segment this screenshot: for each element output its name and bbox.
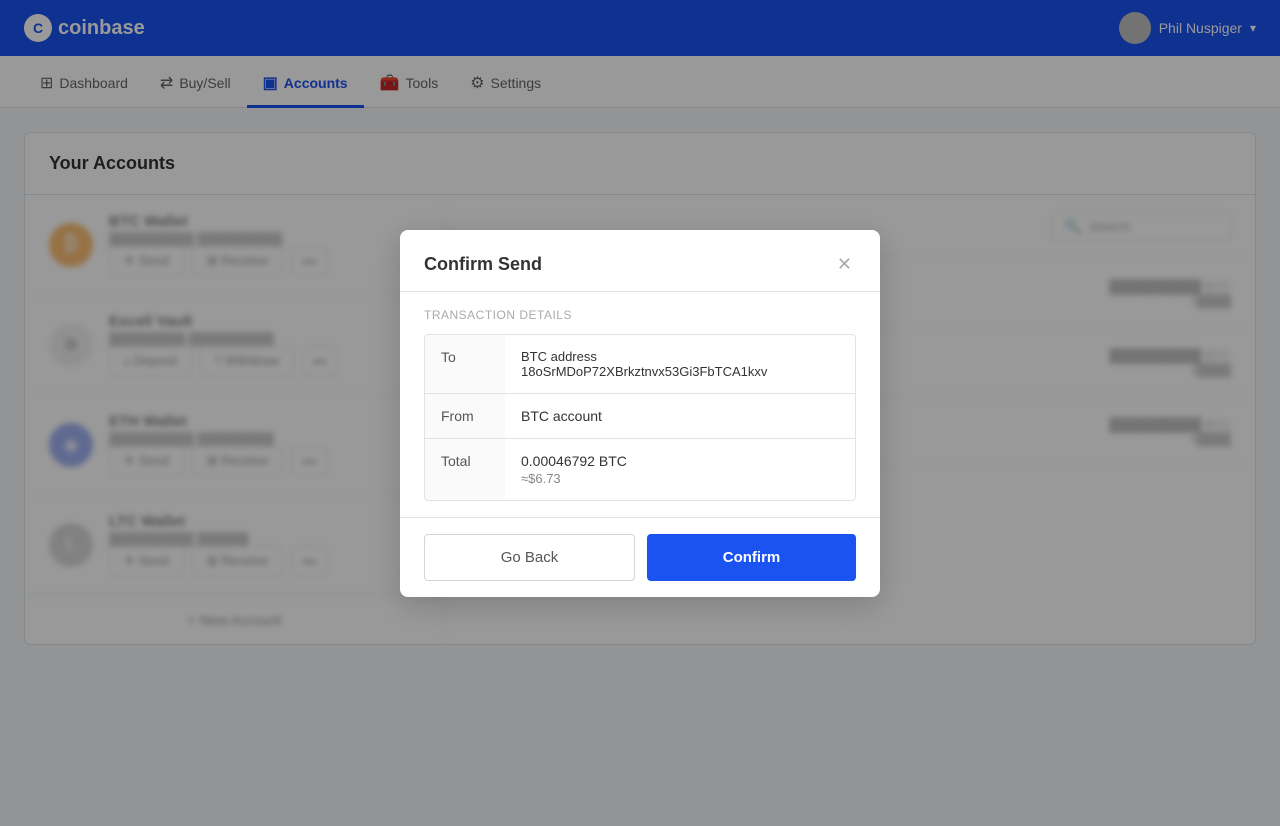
confirm-button[interactable]: Confirm [647, 534, 856, 581]
tx-total-btc: 0.00046792 BTC [521, 453, 839, 469]
tx-details-label: Transaction Details [424, 308, 856, 322]
tx-val-from: BTC account [505, 394, 855, 438]
tx-val-total: 0.00046792 BTC ≈$6.73 [505, 439, 855, 500]
tx-detail-from: From BTC account [425, 394, 855, 439]
tx-to-line2: 18oSrMDoP72XBrkztnvx53Gi3FbTCA1kxv [521, 364, 839, 379]
modal-header: Confirm Send ✕ [400, 230, 880, 292]
tx-from-line1: BTC account [521, 408, 839, 424]
tx-total-usd: ≈$6.73 [521, 471, 839, 486]
tx-key-to: To [425, 335, 505, 393]
modal-footer: Go Back Confirm [400, 517, 880, 597]
modal-title: Confirm Send [424, 254, 542, 275]
go-back-button[interactable]: Go Back [424, 534, 635, 581]
tx-detail-to: To BTC address 18oSrMDoP72XBrkztnvx53Gi3… [425, 335, 855, 394]
modal-close-button[interactable]: ✕ [833, 250, 856, 279]
confirm-send-modal: Confirm Send ✕ Transaction Details To BT… [400, 230, 880, 597]
tx-key-from: From [425, 394, 505, 438]
tx-detail-total: Total 0.00046792 BTC ≈$6.73 [425, 439, 855, 500]
tx-details-table: To BTC address 18oSrMDoP72XBrkztnvx53Gi3… [424, 334, 856, 501]
tx-to-line1: BTC address [521, 349, 839, 364]
modal-body: Transaction Details To BTC address 18oSr… [400, 292, 880, 517]
tx-key-total: Total [425, 439, 505, 500]
tx-val-to: BTC address 18oSrMDoP72XBrkztnvx53Gi3FbT… [505, 335, 855, 393]
modal-overlay: Confirm Send ✕ Transaction Details To BT… [0, 0, 1280, 826]
